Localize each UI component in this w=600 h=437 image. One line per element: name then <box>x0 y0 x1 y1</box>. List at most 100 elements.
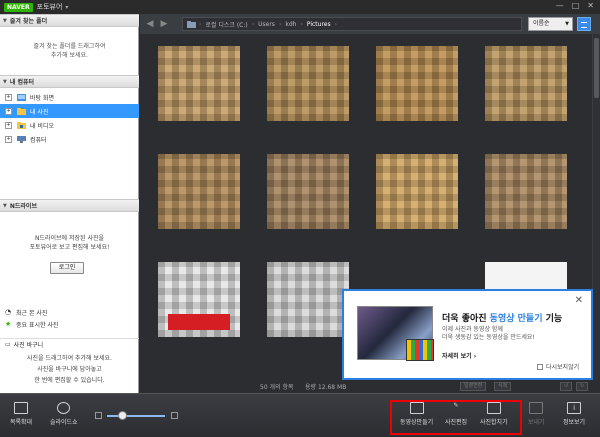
zoom-out-icon[interactable] <box>95 412 102 419</box>
zoom-track[interactable] <box>107 415 165 417</box>
send-button[interactable]: 보내기 <box>528 402 545 426</box>
slideshow-label: 슬라이드쇼 <box>50 419 78 426</box>
popup-body-line: 더욱 생동감 있는 동영상을 만드세요! <box>442 334 535 341</box>
breadcrumb-separator-icon: › <box>251 20 255 28</box>
thumbnail[interactable] <box>376 154 458 229</box>
starred-photos-label: 중요 표시한 사진 <box>16 321 59 329</box>
maximize-button[interactable]: □ <box>572 1 580 10</box>
basket-message: 사진을 드래그하여 추가해 보세요. 사진을 바구니에 담아놓고 한 번에 편집… <box>0 353 139 386</box>
tree-item-label: 내 사진 <box>30 108 49 116</box>
info-icon: i <box>567 402 582 414</box>
close-window-button[interactable]: ✕ <box>587 1 594 10</box>
app-menu-caret-icon[interactable]: ▾ <box>65 4 68 11</box>
full-screen-button[interactable]: 목록확대 <box>10 402 32 426</box>
my-computer-header-label: 내 컴퓨터 <box>9 79 35 86</box>
scrollbar-thumb[interactable] <box>594 38 599 98</box>
popup-title-prefix: 더욱 좋아진 <box>442 314 490 324</box>
ndrive-header[interactable]: ▼ N드라이브 <box>0 199 139 212</box>
sort-dropdown[interactable]: 이름순 ▼ <box>528 17 573 31</box>
zoom-slider-handle[interactable] <box>118 411 127 420</box>
thumbnail[interactable] <box>158 154 240 229</box>
thumbnail[interactable] <box>485 154 567 229</box>
breadcrumb-item[interactable]: 로컬 디스크 (C:) <box>205 20 247 29</box>
back-arrow-icon[interactable]: ◀ <box>143 17 157 31</box>
minimize-button[interactable]: — <box>556 1 564 10</box>
ndrive-message-line: 포토뷰어로 보고 편집해 보세요! <box>29 244 110 251</box>
tree-item-desktop[interactable]: + 바탕 화면 <box>0 90 139 104</box>
tree-item-my-pictures[interactable]: + 내 사진 <box>0 104 139 118</box>
popup-body-line: 이제 사진과 동영상 함께 <box>442 326 503 333</box>
delete-button[interactable]: 삭제 <box>494 382 512 391</box>
collapse-arrow-icon: ▼ <box>3 202 7 209</box>
send-icon <box>529 402 544 414</box>
title-bar: NAVER 포토뷰어 ▾ — □ ✕ <box>0 0 600 14</box>
thumbnail[interactable] <box>267 46 349 121</box>
tree-item-label: 바탕 화면 <box>30 94 54 102</box>
highlight-box <box>390 400 522 435</box>
popup-body: 이제 사진과 동영상 함께 더욱 생동감 있는 동영상을 만드세요! <box>442 326 535 342</box>
breadcrumb-separator-icon: › <box>199 20 202 28</box>
navigation-bar: ◀ ▶ › 로컬 디스크 (C:) › Users › kdh › Pictur… <box>140 14 600 34</box>
thumbnail[interactable] <box>158 46 240 121</box>
forward-arrow-icon[interactable]: ▶ <box>157 17 171 31</box>
rotate-right-button[interactable]: ↻ <box>576 382 589 391</box>
thumbnail[interactable] <box>267 154 349 229</box>
breadcrumb-separator-icon: › <box>278 20 282 28</box>
tree-item-label: 내 비디오 <box>30 122 54 130</box>
rotate-left-button[interactable]: ↺ <box>560 382 573 391</box>
app-title[interactable]: 포토뷰어 <box>37 2 63 12</box>
item-count: 50 개의 항목 <box>260 384 294 391</box>
thumbnail[interactable] <box>267 262 349 337</box>
breadcrumb-item-current[interactable]: Pictures <box>307 21 331 28</box>
zoom-in-icon[interactable] <box>171 412 178 419</box>
my-computer-header[interactable]: ▼ 내 컴퓨터 <box>0 75 139 88</box>
login-button[interactable]: 로그인 <box>50 262 84 274</box>
thumbnail[interactable] <box>485 46 567 121</box>
recent-photos-link[interactable]: ◔ 최근 본 사진 <box>0 306 139 318</box>
naver-logo: NAVER <box>4 2 33 12</box>
video-promo-popup: ✕ 더욱 좋아진 동영상 만들기 기능 이제 사진과 동영상 함께 더욱 생동감… <box>342 289 593 380</box>
learn-more-link[interactable]: 자세히 보기 › <box>442 351 476 360</box>
tree-item-computer[interactable]: + 컴퓨터 <box>0 132 139 146</box>
clock-icon: ◔ <box>5 308 12 316</box>
favorites-message: 즐겨 찾는 폴더를 드래그하여 추가해 보세요. <box>0 42 139 60</box>
breadcrumb-item[interactable]: Users <box>258 21 275 28</box>
zoom-slider[interactable] <box>95 411 183 421</box>
breadcrumb-item[interactable]: kdh <box>285 21 296 28</box>
thumbnail[interactable] <box>376 46 458 121</box>
starred-photos-link[interactable]: ★ 중요 표시한 사진 <box>0 318 139 330</box>
thumbnail[interactable] <box>158 262 240 337</box>
info-button[interactable]: i 정보보기 <box>563 402 585 426</box>
slideshow-button[interactable]: 슬라이드쇼 <box>50 402 78 426</box>
batch-convert-button[interactable]: 일괄변환 <box>460 382 487 391</box>
collapse-arrow-icon: ▼ <box>3 78 7 85</box>
recent-photos-label: 최근 본 사진 <box>16 309 48 317</box>
expand-icon[interactable]: + <box>5 93 12 101</box>
checkbox-icon[interactable] <box>537 363 543 370</box>
photo-basket-label: 사진 바구니 <box>13 342 44 349</box>
expand-icon[interactable]: + <box>5 135 12 143</box>
ndrive-header-label: N드라이브 <box>9 203 37 210</box>
clapperboard-icon <box>406 339 434 361</box>
dont-show-again-checkbox[interactable]: 다시보지않기 <box>537 362 579 371</box>
expand-icon[interactable]: + <box>5 121 12 129</box>
breadcrumb[interactable]: › 로컬 디스크 (C:) › Users › kdh › Pictures › <box>182 17 522 31</box>
breadcrumb-separator-icon: › <box>300 20 303 28</box>
status-bar: 50 개의 항목 용량 12.68 MB 일괄변환 삭제 ↺ ↻ <box>140 380 600 393</box>
left-panel: ▼ 즐겨 찾는 폴더 즐겨 찾는 폴더를 드래그하여 추가해 보세요. ▼ 내 … <box>0 14 139 393</box>
vertical-scrollbar[interactable] <box>592 34 600 380</box>
favorites-message-line: 추가해 보세요. <box>51 52 88 59</box>
collapse-arrow-icon: ▼ <box>3 17 7 24</box>
total-size: 용량 12.68 MB <box>305 384 347 391</box>
tree-item-my-videos[interactable]: + 내 비디오 <box>0 118 139 132</box>
expand-icon[interactable]: + <box>5 107 12 115</box>
close-icon[interactable]: ✕ <box>575 295 583 306</box>
monitor-icon <box>14 402 29 414</box>
videos-folder-icon <box>17 121 26 129</box>
favorites-header[interactable]: ▼ 즐겨 찾는 폴더 <box>0 14 139 27</box>
view-mode-button[interactable] <box>577 17 591 31</box>
popup-title-highlight: 동영상 만들기 <box>489 314 543 324</box>
photo-basket-header[interactable]: ▭ 사진 바구니 <box>0 338 139 350</box>
computer-icon <box>17 135 26 143</box>
dont-show-again-label: 다시보지않기 <box>546 364 580 371</box>
